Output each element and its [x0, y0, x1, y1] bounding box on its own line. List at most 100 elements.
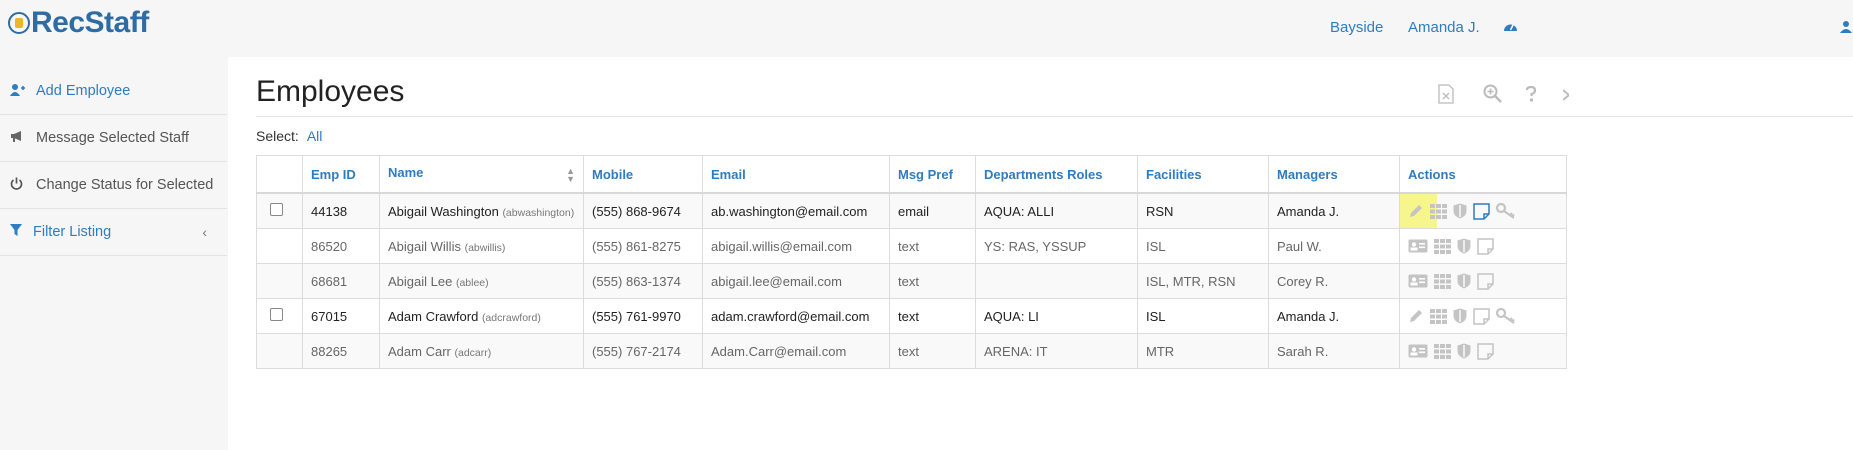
employee-name: Adam Carr: [388, 343, 451, 359]
select-cell[interactable]: [256, 298, 303, 334]
column-header[interactable]: Msg Pref: [889, 155, 976, 194]
schedule-grid-icon[interactable]: [1434, 273, 1451, 289]
select-cell[interactable]: [256, 333, 303, 369]
emp-id-cell: 88265: [302, 333, 380, 369]
emp-id-cell: 67015: [302, 298, 380, 334]
edit-icon[interactable]: [1408, 203, 1424, 219]
column-header-name[interactable]: Name ▲ ▼: [379, 155, 584, 194]
employee-username: (adcarr): [454, 346, 492, 359]
select-cell[interactable]: [256, 192, 303, 229]
row-checkbox[interactable]: [270, 307, 283, 321]
chevron-left-icon[interactable]: ‹: [202, 224, 207, 240]
mobile-cell: (555) 861-8275: [583, 228, 703, 264]
manager-cell: Amanda J.: [1268, 298, 1400, 334]
sidebar-item-change-status[interactable]: Change Status for Selected: [0, 162, 227, 209]
shield-icon[interactable]: [1453, 203, 1467, 219]
msg-pref-cell: text: [889, 263, 976, 299]
table-row[interactable]: 44138 Abigail Washington (abwashington) (5…: [256, 192, 1567, 229]
schedule-grid-icon[interactable]: [1434, 343, 1451, 359]
note-icon[interactable]: [1473, 307, 1490, 325]
table-row[interactable]: 88265 Adam Carr (adcarr) (555) 767-2174 Ada…: [256, 333, 1567, 369]
name-cell[interactable]: Adam Crawford (adcrawford): [379, 298, 584, 334]
msg-pref-cell: text: [889, 228, 976, 264]
name-cell[interactable]: Adam Carr (adcarr): [379, 333, 584, 369]
key-icon[interactable]: [1496, 203, 1516, 219]
dashboard-icon[interactable]: [1503, 20, 1518, 33]
msg-pref-cell: text: [889, 333, 976, 369]
edit-icon[interactable]: [1408, 308, 1424, 324]
column-header[interactable]: Mobile: [583, 155, 703, 194]
select-cell[interactable]: [256, 263, 303, 299]
logo-text: RecStaff: [31, 6, 149, 39]
column-header[interactable]: Facilities: [1137, 155, 1269, 194]
manager-cell: Amanda J.: [1268, 192, 1400, 229]
select-cell[interactable]: [256, 228, 303, 264]
dept-roles-cell: [975, 263, 1138, 299]
select-all-link[interactable]: All: [307, 128, 323, 144]
employee-name: Abigail Lee: [388, 273, 453, 289]
note-icon[interactable]: [1477, 237, 1494, 255]
row-checkbox[interactable]: [270, 202, 283, 216]
column-header[interactable]: Email: [702, 155, 890, 194]
shield-icon[interactable]: [1457, 238, 1471, 254]
row-actions: [1408, 237, 1558, 255]
id-card-icon[interactable]: [1408, 274, 1428, 288]
table-row[interactable]: 68681 Abigail Lee (ablee) (555) 863-1374 ab…: [256, 263, 1567, 299]
facilities-cell: ISL, MTR, RSN: [1137, 263, 1269, 299]
sidebar: Add Employee Message Selected Staff Chan…: [0, 68, 227, 256]
excel-export-icon[interactable]: [1438, 84, 1454, 104]
sort-icon[interactable]: ▲ ▼: [566, 167, 575, 184]
table-header-row: Emp ID Name ▲ ▼ Mobile Email Msg Pref Depa…: [256, 155, 1567, 194]
row-actions: [1408, 342, 1558, 360]
table-row[interactable]: 86520 Abigail Willis (abwillis) (555) 861-…: [256, 228, 1567, 264]
id-card-icon[interactable]: [1408, 344, 1428, 358]
row-actions: [1408, 307, 1558, 325]
location-link[interactable]: Bayside: [1330, 19, 1383, 36]
name-cell[interactable]: Abigail Washington (abwashington): [379, 192, 584, 229]
mobile-cell: (555) 863-1374: [583, 263, 703, 299]
column-header[interactable]: Managers: [1268, 155, 1400, 194]
note-icon[interactable]: [1473, 202, 1490, 220]
facilities-cell: MTR: [1137, 333, 1269, 369]
add-user-icon: [10, 84, 25, 96]
name-cell[interactable]: Abigail Lee (ablee): [379, 263, 584, 299]
user-menu-link[interactable]: Amanda J.: [1408, 19, 1480, 36]
note-icon[interactable]: [1477, 342, 1494, 360]
help-icon[interactable]: [1526, 86, 1536, 102]
employee-name: Adam Crawford: [388, 308, 479, 324]
column-header[interactable]: Emp ID: [302, 155, 380, 194]
employee-username: (abwashington): [502, 206, 575, 219]
row-actions: [1400, 193, 1558, 228]
schedule-grid-icon[interactable]: [1434, 238, 1451, 254]
employee-username: (adcrawford): [481, 311, 541, 324]
shield-icon[interactable]: [1453, 308, 1467, 324]
key-icon[interactable]: [1496, 308, 1516, 324]
shield-icon[interactable]: [1457, 273, 1471, 289]
schedule-grid-icon[interactable]: [1430, 203, 1447, 219]
email-cell: abigail.lee@email.com: [702, 263, 890, 299]
expand-icon[interactable]: [1563, 88, 1569, 102]
table-row[interactable]: 67015 Adam Crawford (adcrawford) (555) 761…: [256, 298, 1567, 334]
mobile-cell: (555) 868-9674: [583, 192, 703, 229]
mobile-cell: (555) 767-2174: [583, 333, 703, 369]
user-icon[interactable]: [1840, 20, 1852, 33]
note-icon[interactable]: [1477, 272, 1494, 290]
sidebar-item-message-selected[interactable]: Message Selected Staff: [0, 115, 227, 162]
name-cell[interactable]: Abigail Willis (abwillis): [379, 228, 584, 264]
sidebar-item-filter-listing[interactable]: Filter Listing ‹: [0, 209, 227, 256]
id-card-icon[interactable]: [1408, 239, 1428, 253]
zoom-in-icon[interactable]: [1483, 84, 1502, 103]
employee-name: Abigail Willis: [388, 238, 461, 254]
manager-cell: Paul W.: [1268, 228, 1400, 264]
column-header[interactable]: Departments Roles: [975, 155, 1138, 194]
employee-username: (abwillis): [464, 241, 506, 254]
emp-id-cell: 68681: [302, 263, 380, 299]
emp-id-cell: 86520: [302, 228, 380, 264]
sidebar-item-add-employee[interactable]: Add Employee: [0, 68, 227, 115]
shield-icon[interactable]: [1457, 343, 1471, 359]
megaphone-icon: [11, 131, 21, 142]
logo[interactable]: RecStaff: [8, 8, 149, 38]
msg-pref-cell: text: [889, 298, 976, 334]
schedule-grid-icon[interactable]: [1430, 308, 1447, 324]
emp-id-cell: 44138: [302, 192, 380, 229]
